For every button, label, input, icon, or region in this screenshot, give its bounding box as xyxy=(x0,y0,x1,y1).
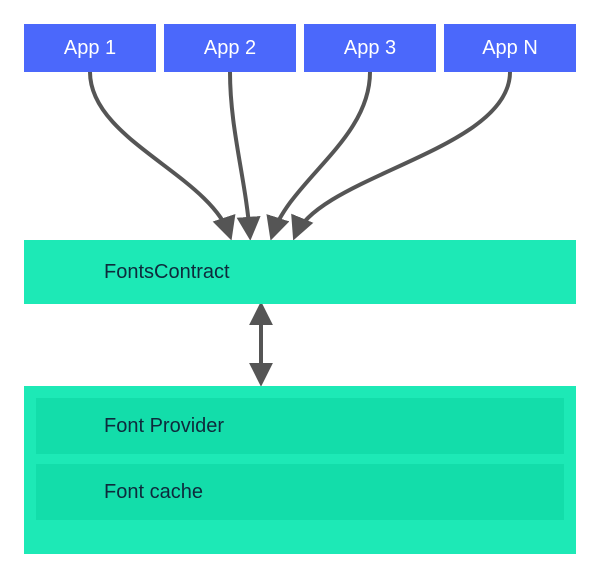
app-box-1: App 1 xyxy=(24,24,156,72)
font-cache-box: Font cache xyxy=(36,464,564,520)
arrow-app2-to-contracts xyxy=(230,72,250,236)
fonts-contract-box: FontsContract xyxy=(24,240,576,304)
app-label: App 2 xyxy=(204,37,256,60)
app-label: App 1 xyxy=(64,37,116,60)
app-label: App 3 xyxy=(344,37,396,60)
fonts-contract-label: FontsContract xyxy=(104,261,230,284)
app-box-N: App N xyxy=(444,24,576,72)
font-cache-label: Font cache xyxy=(104,481,203,504)
arrow-app1-to-contracts xyxy=(90,72,230,236)
app-box-3: App 3 xyxy=(304,24,436,72)
provider-block: Font Provider Font cache xyxy=(24,386,576,554)
app-label: App N xyxy=(482,37,538,60)
font-provider-box: Font Provider xyxy=(36,398,564,454)
arrow-app3-to-contracts xyxy=(272,72,370,236)
arrow-appN-to-contracts xyxy=(295,72,510,236)
diagram-canvas: App 1 App 2 App 3 App N FontsContract Fo… xyxy=(0,0,600,574)
app-box-2: App 2 xyxy=(164,24,296,72)
font-provider-label: Font Provider xyxy=(104,415,224,438)
